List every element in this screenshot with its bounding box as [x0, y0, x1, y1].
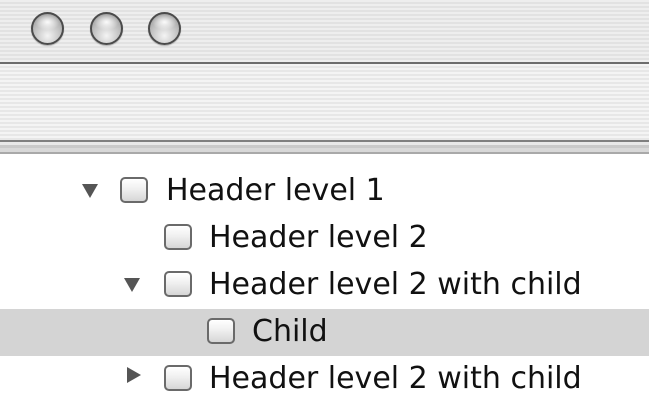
toolbar — [0, 64, 649, 140]
checkbox[interactable] — [120, 177, 148, 203]
outline-view: Header level 1 Header level 2 Header lev… — [0, 168, 649, 400]
outline-row-selected[interactable]: Child — [0, 309, 649, 356]
row-label: Header level 2 with child — [209, 361, 582, 396]
outline-row[interactable]: Header level 1 — [0, 168, 649, 215]
zoom-button[interactable] — [148, 12, 181, 45]
disclosure-expanded-icon[interactable] — [124, 278, 140, 292]
checkbox[interactable] — [164, 271, 192, 297]
outline-row[interactable]: Header level 2 with child — [0, 262, 649, 309]
disclosure-expanded-icon[interactable] — [82, 184, 98, 198]
checkbox[interactable] — [164, 365, 192, 391]
checkbox[interactable] — [207, 318, 235, 344]
row-label: Header level 1 — [166, 173, 385, 208]
row-label: Child — [252, 314, 328, 349]
row-label: Header level 2 — [209, 220, 428, 255]
outline-row[interactable]: Header level 2 with child — [0, 356, 649, 400]
toolbar-divider — [0, 140, 649, 158]
row-label: Header level 2 with child — [209, 267, 582, 302]
checkbox[interactable] — [164, 224, 192, 250]
disclosure-collapsed-icon[interactable] — [127, 367, 141, 383]
close-button[interactable] — [31, 12, 64, 45]
minimize-button[interactable] — [90, 12, 123, 45]
outline-row[interactable]: Header level 2 — [0, 215, 649, 262]
